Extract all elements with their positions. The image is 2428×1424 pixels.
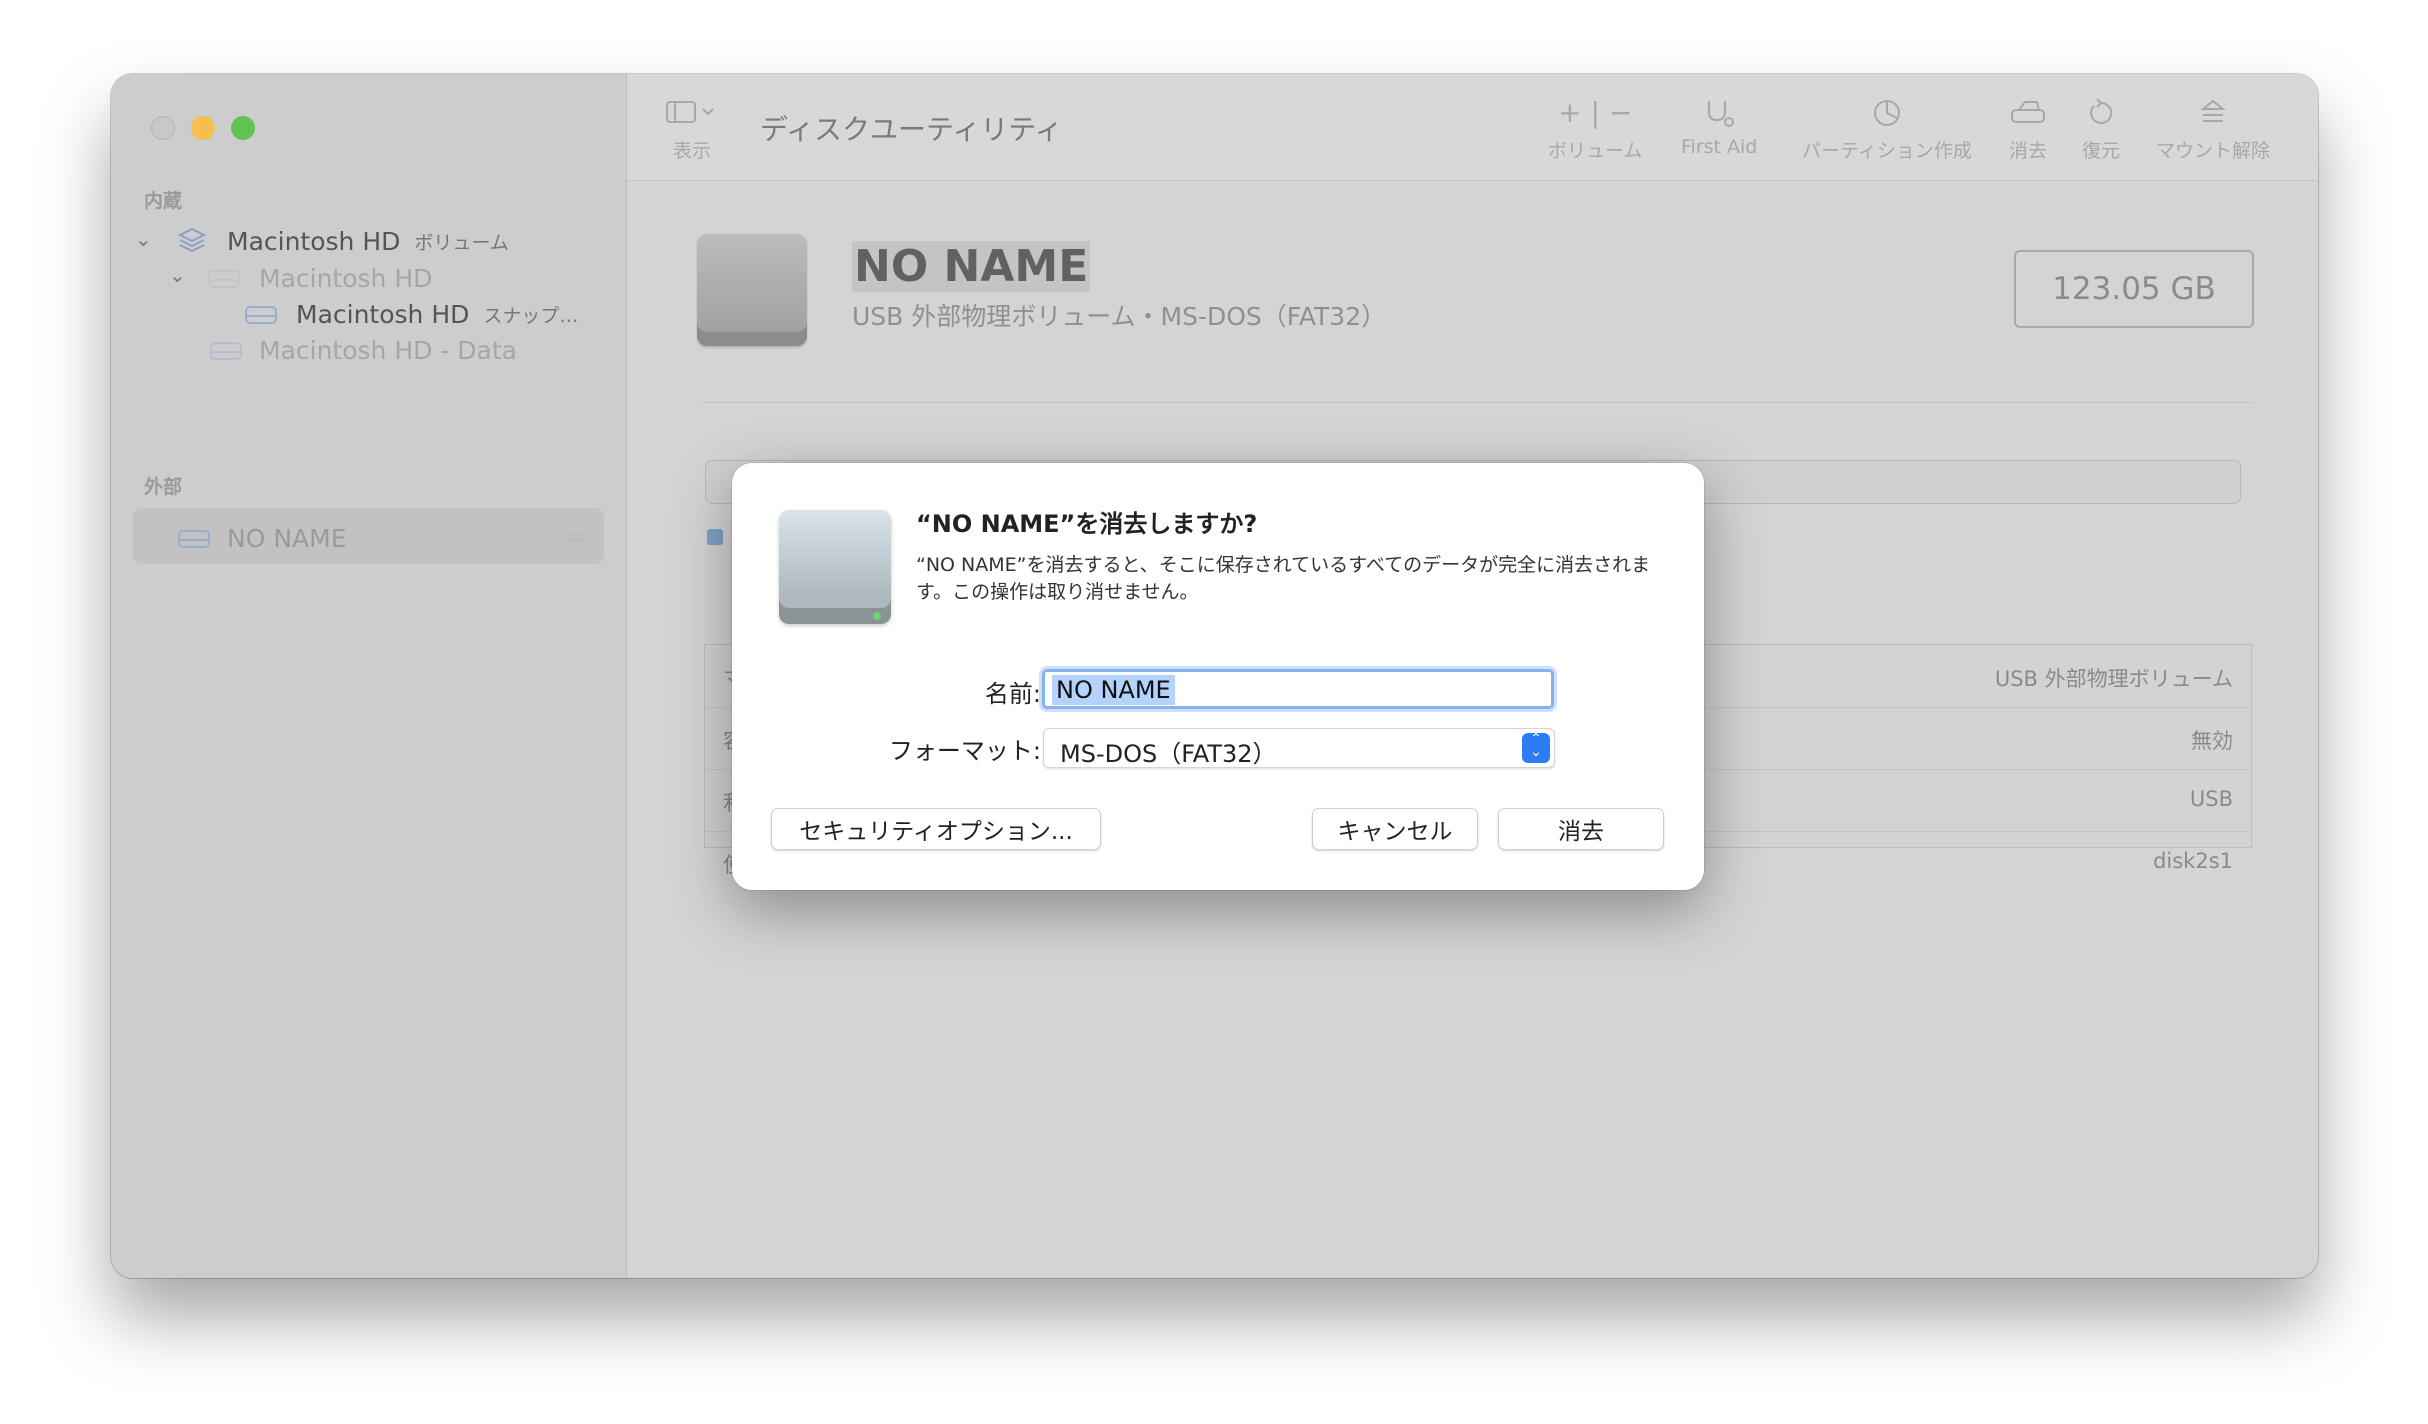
- sidebar-item-label: Macintosh HD: [259, 264, 433, 293]
- cancel-button[interactable]: キャンセル: [1312, 808, 1478, 850]
- sidebar-item-label: Macintosh HD: [227, 226, 401, 256]
- dialog-title: “NO NAME”を消去しますか?: [916, 510, 1258, 538]
- pie-partition-icon: [1802, 96, 1972, 136]
- sidebar-item-label: NO NAME: [227, 524, 347, 553]
- volume-name: NO NAME: [852, 241, 1091, 292]
- sidebar-item-sublabel: スナップ…: [483, 305, 579, 327]
- format-label: フォーマット:: [888, 737, 1041, 765]
- format-select[interactable]: MS-DOS（FAT32） ⌃ ⌄: [1043, 728, 1555, 768]
- divider: [702, 402, 2252, 403]
- volume-button[interactable]: + | − ボリューム: [1548, 96, 1642, 163]
- toolbar: 表示 ディスクユーティリティ + | − ボリューム First Aid パーテ…: [627, 74, 2318, 181]
- sidebar-item-macintosh-hd-snapshot[interactable]: Macintosh HD スナップ…: [244, 300, 578, 329]
- disclosure-chevron-icon[interactable]: ⌄: [135, 227, 152, 251]
- disclosure-chevron-icon[interactable]: ⌄: [169, 263, 186, 287]
- dialog-message: “NO NAME”を消去すると、そこに保存されているすべてのデータが完全に消去さ…: [916, 554, 1651, 603]
- sidebar-item-macintosh-hd-volume[interactable]: Macintosh HD ボリューム: [177, 226, 509, 256]
- row-value: USB 外部物理ボリューム: [1994, 667, 2233, 691]
- internal-disk-icon: [208, 269, 240, 288]
- restore-button[interactable]: 復元: [2082, 96, 2120, 163]
- row-value: USB: [2189, 787, 2233, 811]
- zoom-window-button[interactable]: [231, 116, 255, 140]
- external-drive-icon: [697, 234, 807, 346]
- internal-disk-icon: [210, 341, 242, 360]
- volume-size: 123.05 GB: [2014, 250, 2254, 328]
- sidebar-item-macintosh-hd-data[interactable]: Macintosh HD - Data: [209, 336, 517, 365]
- row-value: 無効: [2191, 729, 2233, 753]
- partition-label: パーティション作成: [1802, 140, 1972, 162]
- first-aid-label: First Aid: [1681, 136, 1758, 158]
- updown-chevron-icon: ⌃ ⌄: [1522, 732, 1550, 763]
- unmount-label: マウント解除: [2155, 140, 2270, 162]
- volume-label: ボリューム: [1548, 140, 1643, 162]
- sidebar-item-no-name[interactable]: NO NAME: [177, 524, 347, 553]
- sidebar-item-sublabel: ボリューム: [414, 231, 509, 254]
- erase-toolbar-button[interactable]: 消去: [2009, 96, 2047, 163]
- eraser-disk-icon: [2009, 96, 2047, 136]
- usage-legend-swatch: [707, 529, 723, 545]
- partition-button[interactable]: パーティション作成: [1802, 96, 1972, 163]
- volume-description: USB 外部物理ボリューム・MS-DOS（FAT32）: [852, 302, 1387, 331]
- unmount-button[interactable]: マウント解除: [2153, 96, 2273, 163]
- sidebar: 内蔵 ⌄ Macintosh HD ボリューム ⌄ Macintosh HD M…: [111, 74, 627, 1278]
- volume-stack-icon: [177, 227, 207, 253]
- sidebar-section-internal: 内蔵: [144, 190, 183, 212]
- window-title: ディスクユーティリティ: [760, 113, 1063, 146]
- restore-label: 復元: [2082, 140, 2121, 162]
- first-aid-button[interactable]: First Aid: [1681, 96, 1757, 158]
- security-options-button[interactable]: セキュリティオプション...: [771, 808, 1101, 850]
- sidebar-section-external: 外部: [144, 476, 183, 498]
- close-window-button[interactable]: [151, 116, 175, 140]
- format-select-value: MS-DOS（FAT32）: [1060, 740, 1277, 768]
- external-disk-icon: [178, 529, 210, 548]
- name-field-selected-text: NO NAME: [1052, 675, 1175, 705]
- external-drive-icon: [779, 510, 891, 624]
- plus-minus-icon: + | −: [1558, 96, 1633, 129]
- internal-disk-icon: [245, 305, 277, 324]
- view-button[interactable]: 表示: [663, 96, 719, 163]
- name-label: 名前:: [984, 680, 1041, 708]
- restore-icon: [2082, 96, 2120, 136]
- minimize-window-button[interactable]: [191, 116, 215, 140]
- sidebar-toggle-icon: [663, 96, 719, 136]
- eject-icon[interactable]: ⏏: [566, 524, 585, 548]
- stethoscope-icon: [1681, 96, 1757, 136]
- erase-label: 消去: [2009, 140, 2048, 162]
- row-value: disk2s1: [2153, 849, 2233, 873]
- sidebar-item-label: Macintosh HD: [296, 300, 470, 329]
- sidebar-item-macintosh-hd[interactable]: Macintosh HD: [207, 264, 432, 293]
- view-label: 表示: [673, 140, 712, 162]
- erase-dialog: “NO NAME”を消去しますか? “NO NAME”を消去すると、そこに保存さ…: [732, 463, 1704, 890]
- sidebar-item-label: Macintosh HD - Data: [259, 336, 517, 365]
- eject-stack-icon: [2153, 96, 2273, 136]
- erase-button[interactable]: 消去: [1498, 808, 1664, 850]
